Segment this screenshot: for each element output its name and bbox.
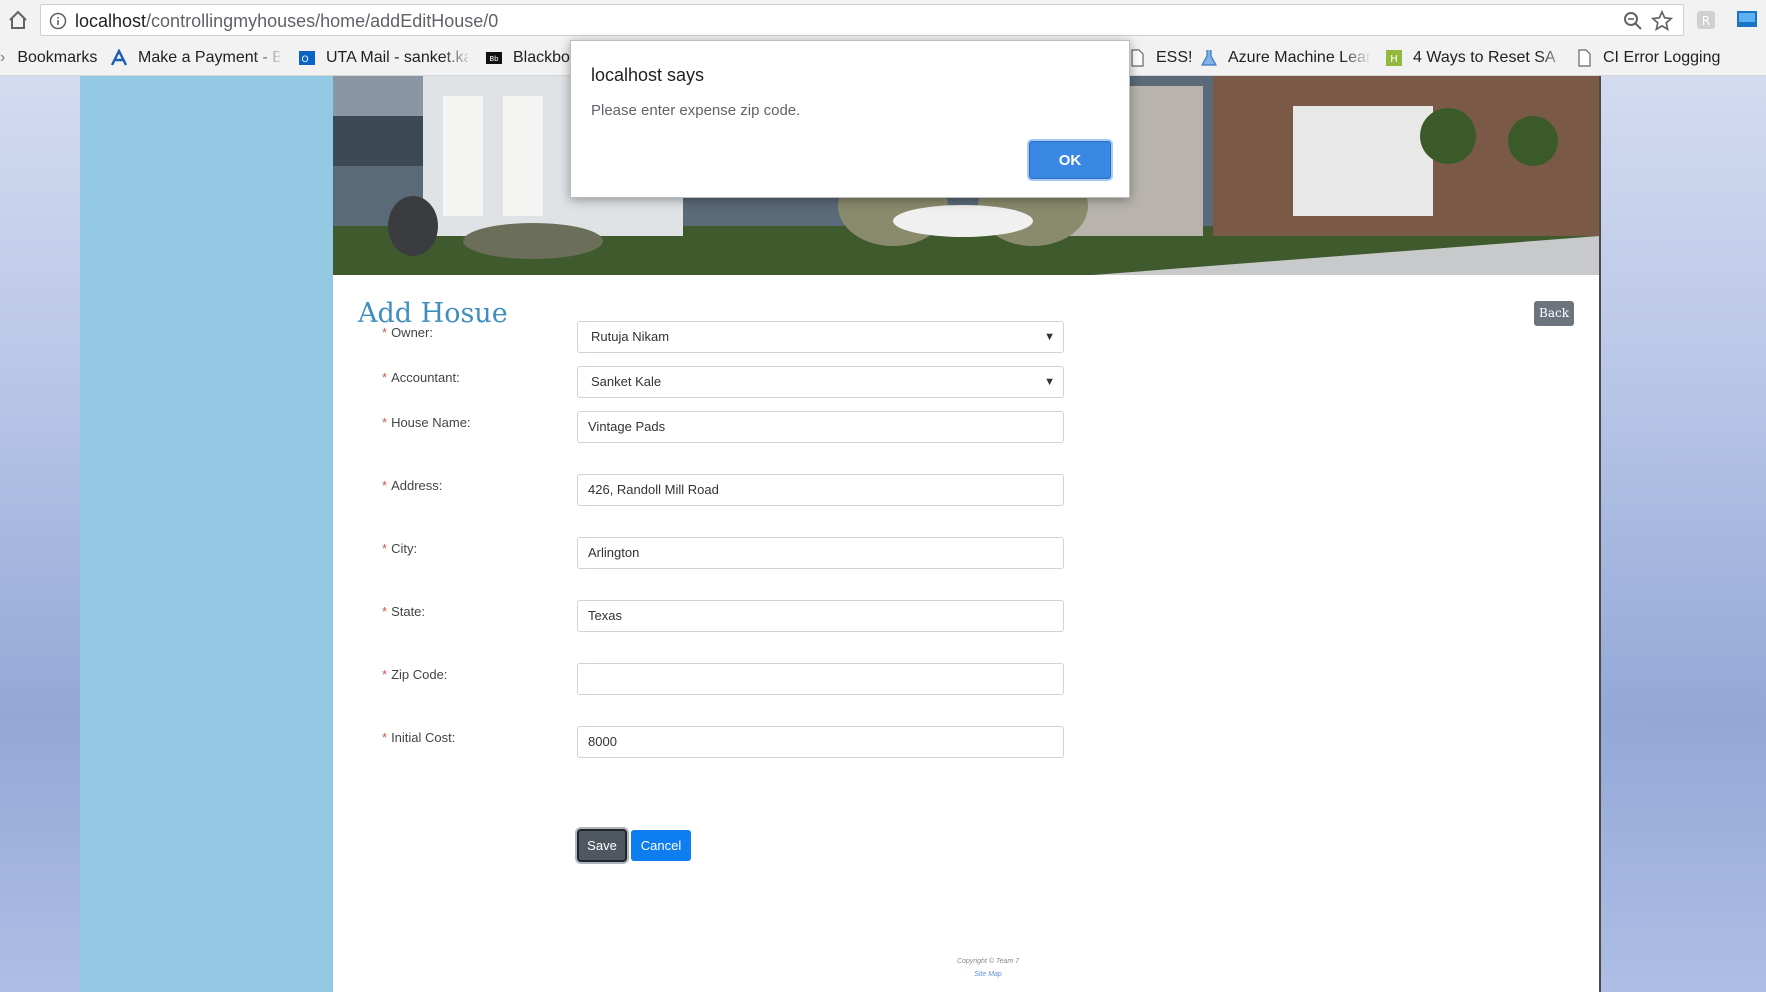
address-bar[interactable]: localhost/controllingmyhouses/home/addEd… [40,4,1684,36]
cancel-button[interactable]: Cancel [631,830,691,861]
accountant-label: * Accountant: [382,370,460,385]
accountant-select[interactable]: Sanket Kale ▼ [577,366,1064,398]
bookmark-star-icon[interactable] [1651,10,1673,32]
dialog-message: Please enter expense zip code. [591,102,801,119]
address-label: * Address: [382,478,443,493]
zip-code-input[interactable] [577,663,1064,695]
info-icon[interactable] [49,12,67,30]
house-name-label: * House Name: [382,415,471,430]
state-input[interactable]: Texas [577,600,1064,632]
main-content: Add Hosue Back * Owner: Rutuja Nikam ▼ * A… [333,76,1601,992]
flask-icon [1200,50,1218,66]
bookmark-ci-error-logging[interactable]: CI Error Logging [1575,48,1720,68]
bookmark-bookmarks[interactable]: › Bookmarks [0,48,97,68]
bookmark-uta-mail[interactable]: O UTA Mail - sanket.ka [298,48,468,68]
address-input[interactable]: 426, Randoll Mill Road [577,474,1064,506]
svg-text:R: R [1702,14,1710,28]
wikihow-icon: H [1386,50,1402,66]
bookmark-azure-ml[interactable]: Azure Machine Lear [1200,48,1370,68]
bookmark-reset-sa[interactable]: H 4 Ways to Reset SA P [1385,48,1557,68]
house-name-input[interactable]: Vintage Pads [577,411,1064,443]
page-icon [1578,49,1591,67]
initial-cost-label: * Initial Cost: [382,730,456,745]
city-input[interactable]: Arlington [577,537,1064,569]
back-button[interactable]: Back [1534,301,1574,326]
page-viewport: Add Hosue Back * Owner: Rutuja Nikam ▼ * A… [0,76,1766,992]
svg-text:Bb: Bb [489,55,499,63]
payment-site-icon [110,49,128,66]
blackboard-icon: Bb [486,52,502,64]
dialog-title: localhost says [591,65,705,85]
zoom-icon[interactable] [1623,11,1643,31]
owner-select[interactable]: Rutuja Nikam ▼ [577,321,1064,353]
owner-label: * Owner: [382,325,433,340]
copyright-text: Copyright © Team 7 [956,958,1020,965]
chevron-down-icon: ▼ [1044,376,1055,388]
extension-monitor-icon[interactable] [1736,10,1758,28]
sitemap-link[interactable]: Site Map [933,971,1043,978]
svg-text:H: H [1390,54,1398,65]
save-button[interactable]: Save [577,829,627,862]
browser-toolbar: localhost/controllingmyhouses/home/addEd… [0,0,1766,40]
page-icon [1131,49,1144,67]
state-label: * State: [382,604,426,619]
initial-cost-input[interactable]: 8000 [577,726,1064,758]
ok-button[interactable]: OK [1029,141,1111,179]
extension-icon[interactable]: R [1696,10,1716,30]
zip-code-label: * Zip Code: [382,667,448,682]
chevron-down-icon: ▼ [1044,331,1055,343]
outlook-icon: O [299,51,315,65]
bookmark-make-a-payment[interactable]: Make a Payment - B [110,48,280,68]
home-icon[interactable] [6,8,30,32]
url-text: localhost/controllingmyhouses/home/addEd… [75,11,499,31]
sidebar [80,76,333,992]
bookmark-blackboard[interactable]: Bb Blackbo [485,48,570,68]
svg-text:O: O [301,55,308,65]
city-label: * City: [382,541,418,556]
alert-dialog: localhost says Please enter expense zip … [570,40,1130,198]
bookmark-ess[interactable]: ESS! [1128,48,1192,68]
